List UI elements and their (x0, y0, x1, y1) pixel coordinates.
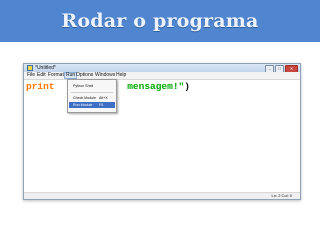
menu-file[interactable]: File (27, 72, 35, 79)
code-closing-paren: ) (184, 81, 190, 92)
status-bar: Ln: 2 Col: 0 (24, 192, 300, 199)
menu-options[interactable]: Options (76, 72, 93, 79)
code-keyword: print (26, 81, 55, 92)
run-menu-run-module-label: Run Module (73, 103, 93, 107)
run-menu-python-shell[interactable]: Python Shell (69, 83, 115, 89)
menu-bar: File Edit Format Run Options Windows Hel… (24, 72, 300, 80)
run-menu-dropdown: Python Shell Check Module Alt+X Run Modu… (67, 79, 117, 113)
run-menu-check-module-label: Check Module (73, 96, 96, 100)
code-string: mensagem!" (121, 81, 185, 92)
python-idle-icon (27, 65, 33, 71)
menu-format[interactable]: Format (48, 72, 64, 79)
run-menu-run-module[interactable]: Run Module F5 (69, 102, 115, 108)
window-title: *Untitled* (35, 65, 56, 71)
menu-edit[interactable]: Edit (37, 72, 46, 79)
run-menu-check-module[interactable]: Check Module Alt+X (69, 95, 115, 101)
run-menu-run-module-shortcut: F5 (99, 103, 104, 107)
run-menu-python-shell-label: Python Shell (73, 84, 94, 88)
menu-help[interactable]: Help (116, 72, 126, 79)
idle-editor-window: *Untitled* – □ ✕ File Edit Format Run Op… (23, 63, 301, 200)
run-menu-check-module-shortcut: Alt+X (99, 96, 108, 100)
window-titlebar[interactable]: *Untitled* – □ ✕ (24, 64, 300, 73)
slide-title: Rodar o programa (61, 10, 259, 32)
menu-windows[interactable]: Windows (95, 72, 115, 79)
cursor-position: Ln: 2 Col: 0 (271, 193, 292, 198)
window-controls: – □ ✕ (265, 64, 298, 73)
menu-separator (71, 92, 113, 93)
slide-title-banner: Rodar o programa (0, 0, 320, 42)
